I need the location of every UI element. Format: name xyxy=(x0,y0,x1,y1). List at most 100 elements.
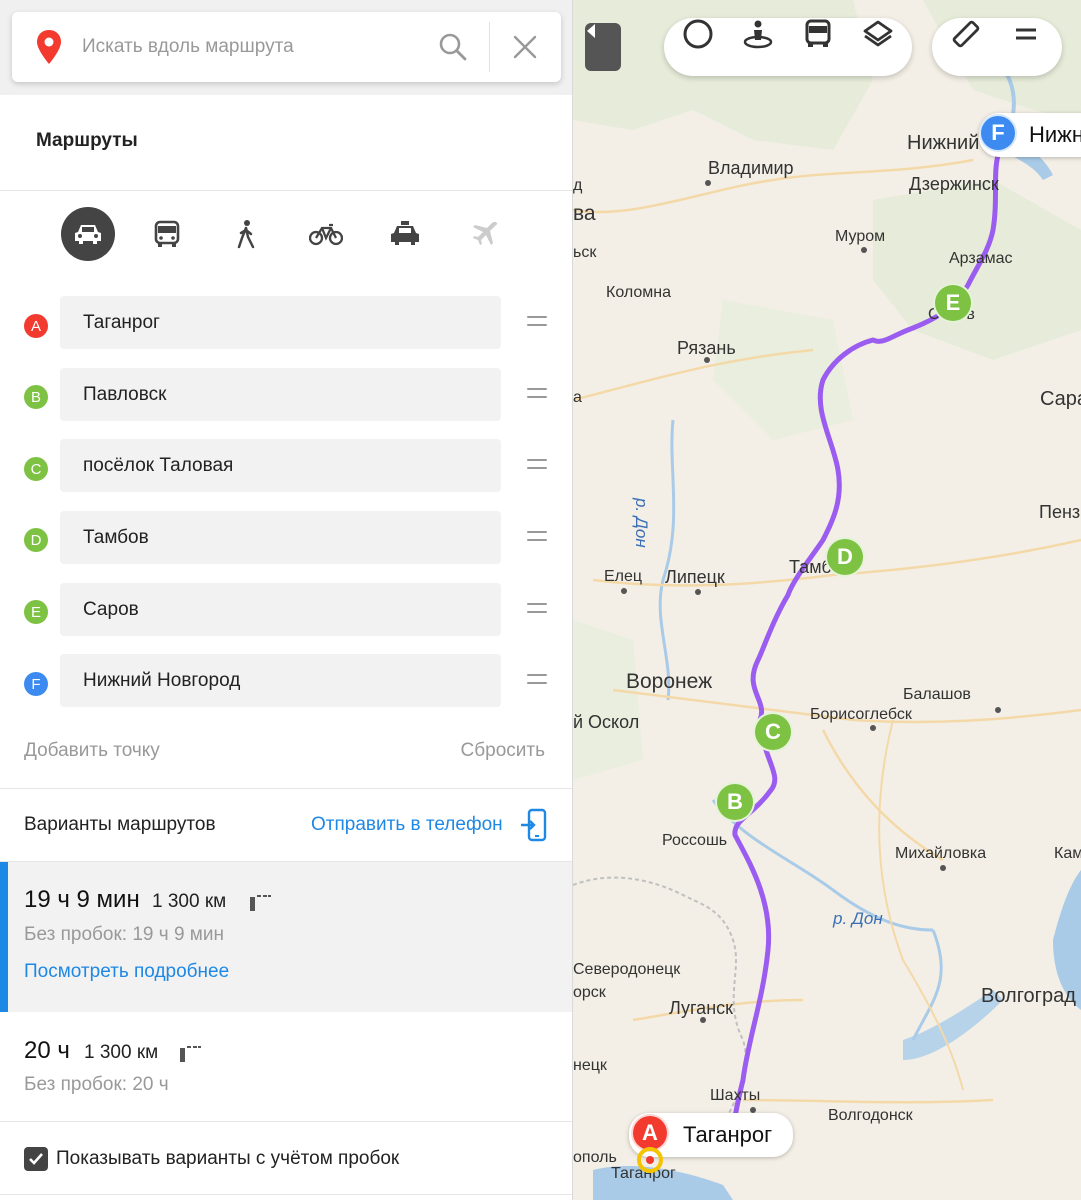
map-pin-e[interactable]: E xyxy=(933,283,983,345)
map-city-label: ополь xyxy=(573,1149,617,1166)
divider xyxy=(489,22,490,72)
map-callout-text: Таганрог xyxy=(683,1122,773,1147)
waypoint-input-c[interactable]: посёлок Таловая xyxy=(60,439,501,492)
send-to-phone-link[interactable]: Отправить в телефон xyxy=(311,814,503,836)
drag-handle-icon[interactable] xyxy=(527,674,547,690)
map-city-label: Сара xyxy=(1040,388,1081,410)
menu-icon[interactable] xyxy=(1010,18,1042,50)
map-city-label: Муром xyxy=(835,228,886,245)
route-variants-title: Варианты маршрутов xyxy=(24,814,216,835)
route-time: 19 ч 9 мин xyxy=(24,886,140,913)
map-city-label: д xyxy=(573,177,583,194)
drag-handle-icon[interactable] xyxy=(527,388,547,404)
taxi-icon xyxy=(391,221,419,245)
layers-icon[interactable] xyxy=(862,18,894,50)
chevron-left-icon xyxy=(587,24,595,38)
mode-plane-button[interactable] xyxy=(458,207,512,261)
waypoint-marker-b: B xyxy=(24,385,48,409)
map-toolbar xyxy=(664,18,912,76)
send-to-phone-icon[interactable] xyxy=(520,808,548,842)
map-city-label: Нижний xyxy=(907,132,980,154)
toll-road-icon xyxy=(180,1046,201,1062)
ruler-icon[interactable] xyxy=(950,18,982,50)
map-city-label: Владимир xyxy=(708,158,794,178)
map-city-label: ьск xyxy=(573,244,597,261)
add-point-button[interactable]: Добавить точку xyxy=(24,740,160,762)
mode-walk-button[interactable] xyxy=(219,207,273,261)
traffic-toggle[interactable]: Показывать варианты с учётом пробок xyxy=(24,1147,564,1171)
map-city-label: Липецк xyxy=(665,567,725,587)
mode-car-button[interactable] xyxy=(61,207,115,261)
divider xyxy=(0,190,572,191)
search-icon[interactable] xyxy=(436,30,470,64)
map-city-label: орск xyxy=(573,984,606,1001)
map-city-label: Волгодонск xyxy=(828,1107,913,1124)
bike-icon xyxy=(309,223,343,246)
map-city-label: Волгоград xyxy=(981,985,1076,1007)
checkmark-icon xyxy=(29,1153,43,1165)
transit-icon[interactable] xyxy=(802,18,834,50)
selected-indicator xyxy=(0,862,8,1012)
collapse-panel-button[interactable] xyxy=(585,23,621,71)
car-icon xyxy=(75,225,101,244)
map-pin-b[interactable]: B xyxy=(715,782,765,844)
map-city-label: й Оскол xyxy=(573,712,640,732)
panorama-icon[interactable] xyxy=(742,18,774,50)
waypoint-marker-a: A xyxy=(24,314,48,338)
search-input[interactable] xyxy=(82,30,422,64)
waypoint-input-b[interactable]: Павловск xyxy=(60,368,501,421)
drag-handle-icon[interactable] xyxy=(527,459,547,475)
map-city-label: Шахты xyxy=(710,1087,761,1104)
map-city-label: Елец xyxy=(604,568,643,585)
map-city-label: Рязань xyxy=(677,338,736,358)
search-box xyxy=(12,12,561,82)
map-pin-label: E xyxy=(933,283,973,323)
search-area xyxy=(0,0,572,95)
map-callout-text: Нижн xyxy=(1029,122,1081,147)
close-icon[interactable] xyxy=(508,30,542,64)
mode-taxi-button[interactable] xyxy=(378,207,432,261)
map-canvas xyxy=(573,0,1081,1200)
route-details-link[interactable]: Посмотреть подробнее xyxy=(24,961,229,983)
waypoint-input-d[interactable]: Тамбов xyxy=(60,511,501,564)
drag-handle-icon[interactable] xyxy=(527,316,547,332)
map-city-label: Дзержинск xyxy=(909,174,999,194)
map-city-label: Луганск xyxy=(669,998,734,1018)
mode-bus-button[interactable] xyxy=(140,207,194,261)
map-river-label: р. Дон xyxy=(833,909,883,928)
route-option-2[interactable]: 20 ч 1 300 км Без пробок: 20 ч xyxy=(0,1013,572,1121)
route-option-1[interactable]: 19 ч 9 мин 1 300 км Без пробок: 19 ч 9 м… xyxy=(0,862,572,1012)
traffic-icon[interactable] xyxy=(682,18,714,50)
waypoint-input-a[interactable]: Таганрог xyxy=(60,296,501,349)
reset-button[interactable]: Сбросить xyxy=(461,740,545,762)
map-pin-f[interactable]: F xyxy=(979,114,1029,176)
waypoint-input-e[interactable]: Саров xyxy=(60,583,501,636)
waypoint-marker-e: E xyxy=(24,600,48,624)
route-panel: Маршруты xyxy=(0,0,573,1200)
divider xyxy=(0,1194,572,1195)
map-city-label: Воронеж xyxy=(626,670,713,693)
bus-icon xyxy=(154,220,180,247)
traffic-checkbox[interactable] xyxy=(24,1147,48,1171)
map-pin-label: C xyxy=(753,712,793,752)
waypoint-marker-f: F xyxy=(24,672,48,696)
map-city-label: Северодонецк xyxy=(573,961,681,978)
map-city-label: Арзамас xyxy=(949,250,1013,267)
map-view[interactable]: Нижний Владимир Дзержинск Муром Арзамас … xyxy=(573,0,1081,1200)
map-toolbar-secondary xyxy=(932,18,1062,76)
map-city-label: Балашов xyxy=(903,686,971,703)
route-distance: 1 300 км xyxy=(152,891,227,912)
toll-road-icon xyxy=(250,895,271,911)
map-city-label: ва xyxy=(573,202,596,225)
page-title: Маршруты xyxy=(36,130,138,151)
map-pin-label: F xyxy=(979,114,1017,152)
map-city-label: Коломна xyxy=(606,284,672,301)
drag-handle-icon[interactable] xyxy=(527,531,547,547)
map-pin-d[interactable]: D xyxy=(825,537,875,599)
app-root: Маршруты xyxy=(0,0,1081,1200)
mode-bike-button[interactable] xyxy=(299,207,353,261)
map-pin-c[interactable]: C xyxy=(753,712,803,774)
location-pin-icon xyxy=(37,30,61,64)
drag-handle-icon[interactable] xyxy=(527,603,547,619)
waypoint-input-f[interactable]: Нижний Новгород xyxy=(60,654,501,707)
